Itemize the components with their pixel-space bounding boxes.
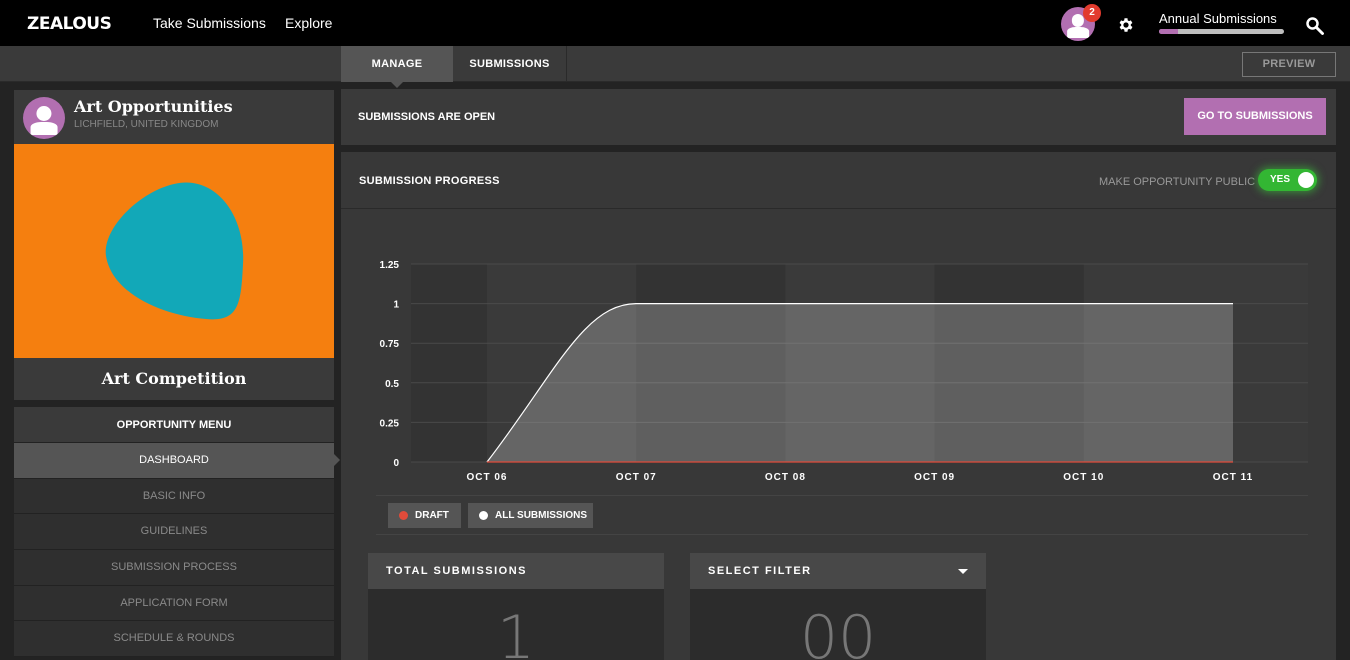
y-tick-label: 1.25 xyxy=(380,260,400,271)
make-public-label: MAKE OPPORTUNITY PUBLIC xyxy=(1099,176,1256,188)
legend-all-label: ALL SUBMISSIONS xyxy=(495,510,588,521)
org-card: Art Opportunities LICHFIELD, UNITED KING… xyxy=(14,90,334,144)
annual-submissions-progress xyxy=(1159,29,1284,34)
submission-status-text: SUBMISSIONS ARE OPEN xyxy=(358,111,496,123)
y-tick-label: 0.25 xyxy=(380,418,400,429)
opportunity-image xyxy=(14,144,334,358)
menu-item-basic-info[interactable]: BASIC INFO xyxy=(14,478,334,515)
logo[interactable]: ZEALOUS xyxy=(27,14,112,34)
x-tick-label: OCT 06 xyxy=(466,472,507,483)
chart-band xyxy=(1233,264,1308,462)
y-tick-label: 0.5 xyxy=(385,379,399,390)
org-location: LICHFIELD, UNITED KINGDOM xyxy=(74,119,219,130)
total-submissions-card: TOTAL SUBMISSIONS 1 xyxy=(368,553,664,660)
x-tick-label: OCT 08 xyxy=(765,472,806,483)
filter-value: 00 xyxy=(799,603,877,660)
tab-manage[interactable]: MANAGE xyxy=(341,46,453,82)
progress-header: SUBMISSION PROGRESS MAKE OPPORTUNITY PUB… xyxy=(341,152,1336,209)
sub-nav-bar: MANAGE SUBMISSIONS PREVIEW xyxy=(0,46,1350,82)
submission-status-panel: SUBMISSIONS ARE OPEN GO TO SUBMISSIONS xyxy=(341,89,1336,145)
org-avatar xyxy=(23,97,65,139)
submission-progress-chart: 0 0.25 0.5 0.75 1 1.25 OCT 06 OCT 07 OCT 08 OCT 0… xyxy=(380,260,1308,483)
make-public-toggle[interactable]: YES xyxy=(1258,169,1317,191)
x-tick-label: OCT 07 xyxy=(616,472,657,483)
opportunity-logo-shape xyxy=(105,182,244,320)
series-all-area xyxy=(487,303,1233,462)
y-tick-label: 0.75 xyxy=(380,339,400,350)
menu-item-schedule-rounds[interactable]: SCHEDULE & ROUNDS xyxy=(14,621,334,658)
preview-button[interactable]: PREVIEW xyxy=(1242,52,1336,77)
nav-explore[interactable]: Explore xyxy=(285,15,332,31)
y-tick-label: 0 xyxy=(393,458,399,469)
tab-submissions[interactable]: SUBMISSIONS xyxy=(453,46,567,82)
search-icon[interactable] xyxy=(1305,16,1325,36)
menu-item-submission-process[interactable]: SUBMISSION PROCESS xyxy=(14,550,334,586)
notification-badge: 2 xyxy=(1083,4,1101,22)
go-to-submissions-button[interactable]: GO TO SUBMISSIONS xyxy=(1184,98,1326,135)
x-tick-label: OCT 10 xyxy=(1063,472,1104,483)
legend-all-submissions[interactable]: ALL SUBMISSIONS xyxy=(468,503,593,528)
chart-band xyxy=(411,264,487,462)
y-tick-label: 1 xyxy=(393,300,399,311)
menu-heading: OPPORTUNITY MENU xyxy=(14,407,334,443)
toggle-knob xyxy=(1298,172,1314,188)
menu-item-application-form[interactable]: APPLICATION FORM xyxy=(14,585,334,622)
menu-item-guidelines[interactable]: GUIDELINES xyxy=(14,514,334,551)
legend-draft-label: DRAFT xyxy=(415,510,449,521)
progress-title: SUBMISSION PROGRESS xyxy=(359,175,500,187)
top-bar: ZEALOUS Take Submissions Explore 2 Annua… xyxy=(0,0,1350,46)
legend-draft-dot xyxy=(399,511,408,520)
total-submissions-label: TOTAL SUBMISSIONS xyxy=(368,553,664,589)
opportunity-caption: Art Competition xyxy=(14,358,334,400)
chart-legend: DRAFT ALL SUBMISSIONS xyxy=(376,495,1308,535)
nav-take-submissions[interactable]: Take Submissions xyxy=(153,15,266,31)
submission-progress-panel: SUBMISSION PROGRESS MAKE OPPORTUNITY PUB… xyxy=(341,152,1336,660)
org-title: Art Opportunities xyxy=(74,97,233,116)
total-submissions-value: 1 xyxy=(496,603,536,660)
filter-card: SELECT FILTER 00 xyxy=(690,553,986,660)
annual-submissions-label[interactable]: Annual Submissions xyxy=(1159,11,1277,26)
select-filter-dropdown[interactable]: SELECT FILTER xyxy=(690,553,986,589)
opportunity-menu: OPPORTUNITY MENU DASHBOARD BASIC INFO GU… xyxy=(14,407,334,658)
menu-item-dashboard[interactable]: DASHBOARD xyxy=(14,443,334,479)
legend-draft[interactable]: DRAFT xyxy=(388,503,461,528)
chevron-down-icon xyxy=(958,569,968,574)
gear-icon[interactable] xyxy=(1117,16,1135,34)
x-tick-label: OCT 09 xyxy=(914,472,955,483)
legend-all-dot xyxy=(479,511,488,520)
x-tick-label: OCT 11 xyxy=(1213,472,1253,483)
select-filter-label: SELECT FILTER xyxy=(708,565,812,577)
toggle-label: YES xyxy=(1270,174,1291,185)
